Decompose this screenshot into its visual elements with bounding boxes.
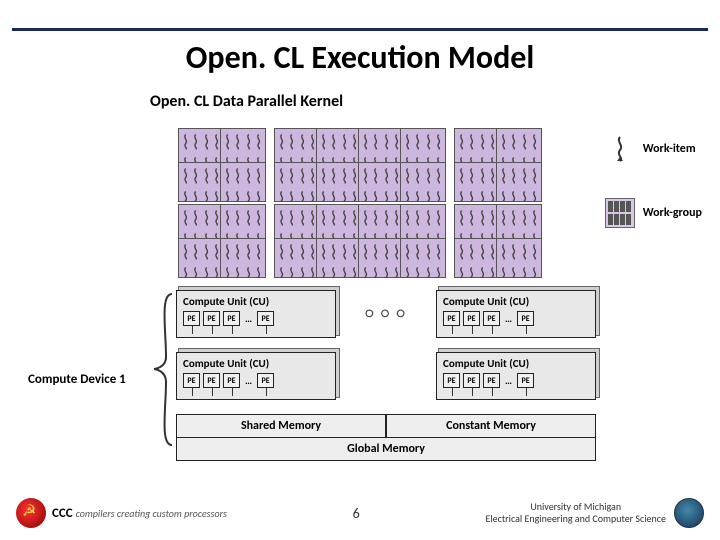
processing-element: PE <box>257 373 274 388</box>
processing-element: PE <box>183 311 200 326</box>
work-group <box>178 238 224 278</box>
um-block: University of Michigan Electrical Engine… <box>485 498 704 528</box>
work-group <box>454 238 500 278</box>
processing-element: PE <box>443 373 460 388</box>
processing-element: PE <box>203 311 220 326</box>
cu-label: Compute Unit (CU) <box>443 295 589 308</box>
work-group <box>274 162 320 202</box>
device-label: Compute Device 1 <box>28 372 126 387</box>
work-group <box>400 162 446 202</box>
processing-element: PE <box>517 373 534 388</box>
device-internals: Compute Unit (CU) PE PE PE … PE ○ ○ ○ Co… <box>176 290 596 461</box>
work-item-icon <box>605 134 635 164</box>
work-item-label: Work-item <box>643 142 696 156</box>
work-group <box>400 238 446 278</box>
ndrange-grid: ○ ○ ○ <box>198 128 538 273</box>
processing-element: PE <box>483 311 500 326</box>
pe-ellipsis: … <box>243 374 254 387</box>
compute-unit: Compute Unit (CU) PE PE PE … PE <box>176 352 336 400</box>
processing-element: PE <box>443 311 460 326</box>
work-group <box>358 238 404 278</box>
pe-ellipsis: … <box>503 374 514 387</box>
global-memory: Global Memory <box>176 437 596 461</box>
processing-element: PE <box>203 373 220 388</box>
processing-element: PE <box>463 373 480 388</box>
work-group-label: Work-group <box>643 206 702 220</box>
processing-element: PE <box>257 311 274 326</box>
pe-row: PE PE PE … PE <box>443 373 589 388</box>
ccc-badge-icon <box>16 498 46 528</box>
processing-element: PE <box>517 311 534 326</box>
cu-ellipsis: ○ ○ ○ <box>365 305 407 323</box>
compute-unit: Compute Unit (CU) PE PE PE … PE <box>436 290 596 338</box>
page-number: 6 <box>353 505 360 522</box>
footer: CCCcompilers creating custom processors … <box>16 498 704 528</box>
compute-unit: Compute Unit (CU) PE PE PE … PE <box>436 352 596 400</box>
um-line2: Electrical Engineering and Computer Scie… <box>485 513 666 525</box>
cu-label: Compute Unit (CU) <box>443 357 589 370</box>
work-group <box>220 238 266 278</box>
pe-ellipsis: … <box>503 312 514 325</box>
work-group <box>358 162 404 202</box>
processing-element: PE <box>483 373 500 388</box>
device-brace-icon <box>152 292 174 447</box>
cu-label: Compute Unit (CU) <box>183 295 329 308</box>
work-group <box>316 162 362 202</box>
legend: Work-item Work-group <box>605 134 702 262</box>
work-group <box>178 162 224 202</box>
processing-element: PE <box>223 311 240 326</box>
shared-memory: Shared Memory <box>176 414 386 438</box>
title-rule <box>12 28 708 31</box>
processing-element: PE <box>463 311 480 326</box>
slide-title: Open. CL Execution Model <box>0 38 720 77</box>
work-group <box>496 238 542 278</box>
work-group <box>316 238 362 278</box>
cu-label: Compute Unit (CU) <box>183 357 329 370</box>
ccc-tagline: compilers creating custom processors <box>76 507 227 520</box>
work-group-icon <box>605 198 635 228</box>
work-group <box>454 162 500 202</box>
ccc-bold: CCC <box>52 506 73 521</box>
slide-subtitle: Open. CL Data Parallel Kernel <box>150 92 343 111</box>
pe-row: PE PE PE … PE <box>443 311 589 326</box>
constant-memory: Constant Memory <box>386 414 596 438</box>
pe-ellipsis: … <box>243 312 254 325</box>
compute-unit: Compute Unit (CU) PE PE PE … PE <box>176 290 336 338</box>
work-group <box>274 238 320 278</box>
pe-row: PE PE PE … PE <box>183 311 329 326</box>
work-group <box>220 162 266 202</box>
ccc-logo: CCCcompilers creating custom processors <box>16 498 227 528</box>
work-group <box>496 162 542 202</box>
processing-element: PE <box>223 373 240 388</box>
um-seal-icon <box>674 498 704 528</box>
processing-element: PE <box>183 373 200 388</box>
pe-row: PE PE PE … PE <box>183 373 329 388</box>
